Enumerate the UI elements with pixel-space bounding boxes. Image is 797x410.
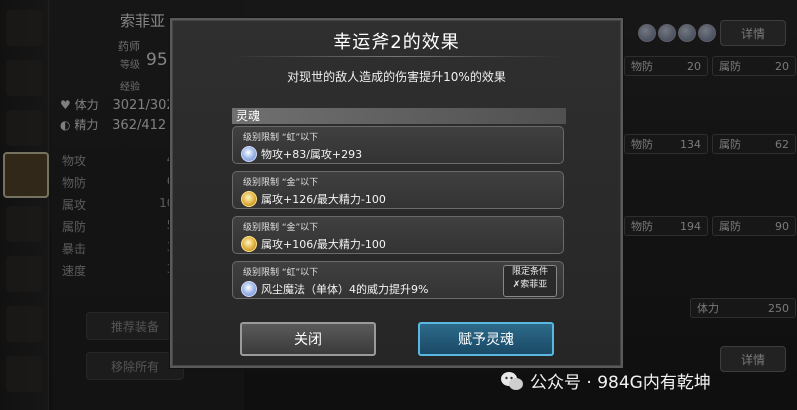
divider — [232, 56, 561, 57]
soul-effect: 物攻+83/属攻+293 — [261, 148, 363, 161]
soul-effect: 属攻+106/最大精力-100 — [261, 238, 386, 251]
soul-item: 级别限制 “虹”以下 风尘魔法（单体）4的威力提升9% 限定条件 ✗索菲亚 — [232, 261, 564, 299]
limit-value: 索菲亚 — [520, 280, 548, 290]
watermark-text: 公众号 · 984G内有乾坤 — [530, 373, 711, 393]
soul-condition: 级别限制 “虹”以下 — [243, 268, 319, 278]
soul-effect: 属攻+126/最大精力-100 — [261, 193, 386, 206]
rainbow-soul-icon — [241, 281, 257, 297]
watermark: 公众号 · 984G内有乾坤 — [500, 368, 711, 393]
limit-condition-box: 限定条件 ✗索菲亚 — [503, 265, 557, 297]
rainbow-soul-icon — [241, 146, 257, 162]
soul-item: 级别限制 “金”以下 属攻+106/最大精力-100 — [232, 216, 564, 254]
soul-effect-dialog: 幸运斧2的效果 对现世的敌人造成的伤害提升10%的效果 灵魂 级别限制 “虹”以… — [170, 18, 623, 368]
limit-title: 限定条件 — [511, 267, 548, 277]
soul-item: 级别限制 “虹”以下 物攻+83/属攻+293 — [232, 126, 564, 164]
soul-item: 级别限制 “金”以下 属攻+126/最大精力-100 — [232, 171, 564, 209]
soul-condition: 级别限制 “金”以下 — [243, 178, 319, 188]
soul-condition: 级别限制 “虹”以下 — [243, 133, 319, 143]
gold-soul-icon — [241, 191, 257, 207]
limit-value-row: ✗索菲亚 — [504, 279, 556, 292]
wechat-icon — [501, 371, 523, 390]
grant-soul-button[interactable]: 赋予灵魂 — [418, 322, 554, 356]
dialog-description: 对现世的敌人造成的伤害提升10%的效果 — [287, 70, 506, 84]
dialog-title: 幸运斧2的效果 — [333, 32, 460, 53]
soul-effect: 风尘魔法（单体）4的威力提升9% — [261, 283, 429, 296]
section-header: 灵魂 — [232, 108, 566, 124]
gold-soul-icon — [241, 236, 257, 252]
soul-condition: 级别限制 “金”以下 — [243, 223, 319, 233]
close-button[interactable]: 关闭 — [240, 322, 376, 356]
